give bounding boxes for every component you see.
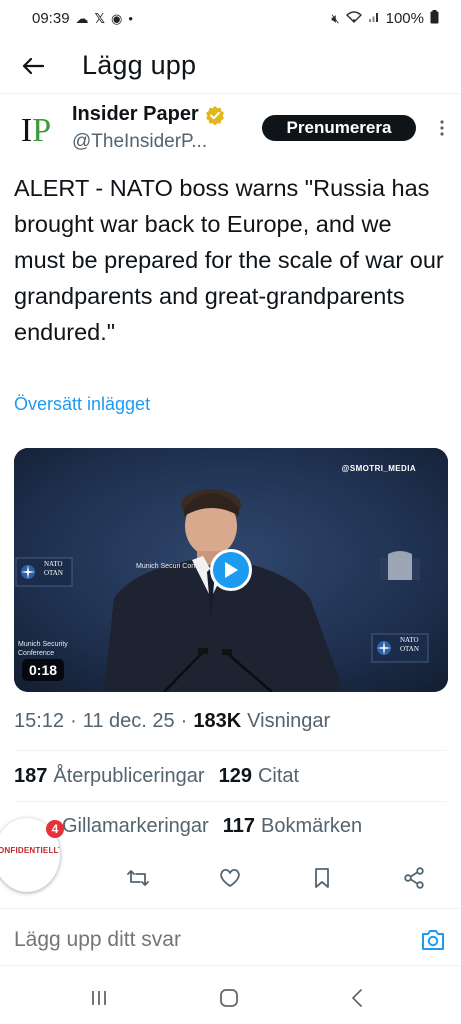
battery-icon: [430, 10, 439, 26]
status-time: 09:39: [32, 9, 70, 27]
top-header: Lägg upp: [0, 38, 461, 94]
translate-link[interactable]: Översätt inlägget: [14, 394, 150, 415]
views-label: Visningar: [247, 710, 331, 732]
messenger-icon: ◉: [111, 10, 123, 26]
cloud-icon: ☁: [75, 10, 89, 26]
nato-badge-left: NATO OTAN: [44, 560, 63, 577]
quotes-count: 129: [218, 765, 252, 787]
tweet-text: ALERT - NATO boss warns "Russia has brou…: [14, 175, 444, 345]
avatar-letter-p: P: [32, 112, 52, 149]
system-nav-bar: [0, 975, 461, 1024]
repost-stats[interactable]: 187 Återpubliceringar 129 Citat: [14, 765, 299, 788]
author-row: IP Insider Paper @TheInsiderP... Prenume…: [0, 101, 461, 157]
author-name[interactable]: Insider Paper: [72, 103, 225, 126]
verified-badge-icon: [205, 105, 225, 125]
bookmarks-label: Bokmärken: [260, 815, 363, 837]
meta-separator: ·: [70, 710, 77, 732]
battery-text: 100%: [385, 9, 424, 27]
status-right: 🔇︎ 100%: [331, 10, 439, 27]
like-heart-icon[interactable]: [216, 864, 244, 892]
signal-icon: [368, 11, 380, 25]
quotes-label: Citat: [257, 765, 300, 787]
backdrop-text-left: Munich Security Conference: [18, 641, 68, 657]
more-options-icon[interactable]: [430, 115, 454, 141]
play-button[interactable]: [210, 549, 252, 591]
views-count: 183K: [193, 710, 242, 732]
reply-input[interactable]: [14, 928, 394, 952]
status-bar: 09:39 ☁ 𝕏 ◉ • 🔇︎ 100%: [0, 0, 461, 36]
video-duration: 0:18: [22, 659, 65, 681]
reply-area: [0, 908, 461, 966]
notification-badge: 4: [46, 820, 64, 838]
home-icon[interactable]: [214, 985, 244, 1011]
back-nav-icon[interactable]: [342, 985, 372, 1011]
confidential-stamp: ONFIDENTIELLT: [0, 846, 60, 855]
nato-badge-right: NATO OTAN: [400, 636, 419, 653]
post-meta: 15:12 · 11 dec. 25 · 183K Visningar: [14, 710, 330, 733]
camera-icon[interactable]: [420, 928, 446, 952]
video-watermark: @SMOTRI_MEDIA: [341, 464, 416, 473]
repost-icon[interactable]: [124, 864, 152, 892]
divider: [14, 801, 446, 802]
dot-icon: •: [128, 10, 133, 26]
page-title: Lägg upp: [82, 50, 197, 80]
reposts-label: Återpubliceringar: [53, 765, 205, 787]
author-name-text: Insider Paper: [72, 103, 199, 125]
post-time: 15:12: [14, 710, 65, 732]
back-arrow-icon[interactable]: [18, 51, 48, 81]
bookmarks-count: 117: [222, 815, 255, 837]
bookmark-icon[interactable]: [308, 864, 336, 892]
wifi-icon: [345, 11, 362, 25]
avatar-letter-i: I: [20, 112, 33, 149]
reposts-count: 187: [14, 765, 48, 787]
avatar[interactable]: IP: [14, 109, 58, 153]
actions-row: [0, 860, 461, 896]
mute-icon: 🔇︎: [331, 10, 340, 26]
post-date: 11 dec. 25: [82, 710, 175, 732]
x-icon: 𝕏: [94, 10, 106, 26]
meta-separator: ·: [180, 710, 188, 732]
status-left: 09:39 ☁ 𝕏 ◉ •: [32, 10, 133, 27]
video-player[interactable]: @SMOTRI_MEDIA Munich Securi Confer Munic…: [14, 448, 448, 692]
backdrop-text-center: Munich Securi Confer: [136, 563, 204, 570]
divider: [14, 750, 446, 751]
like-stats[interactable]: Gillamarkeringar 117 Bokmärken: [62, 815, 362, 838]
subscribe-button[interactable]: Prenumerera: [262, 115, 416, 141]
author-handle[interactable]: @TheInsiderP...: [72, 131, 207, 153]
likes-label: Gillamarkeringar: [62, 815, 209, 837]
recent-apps-icon[interactable]: [84, 985, 114, 1011]
share-icon[interactable]: [400, 864, 428, 892]
